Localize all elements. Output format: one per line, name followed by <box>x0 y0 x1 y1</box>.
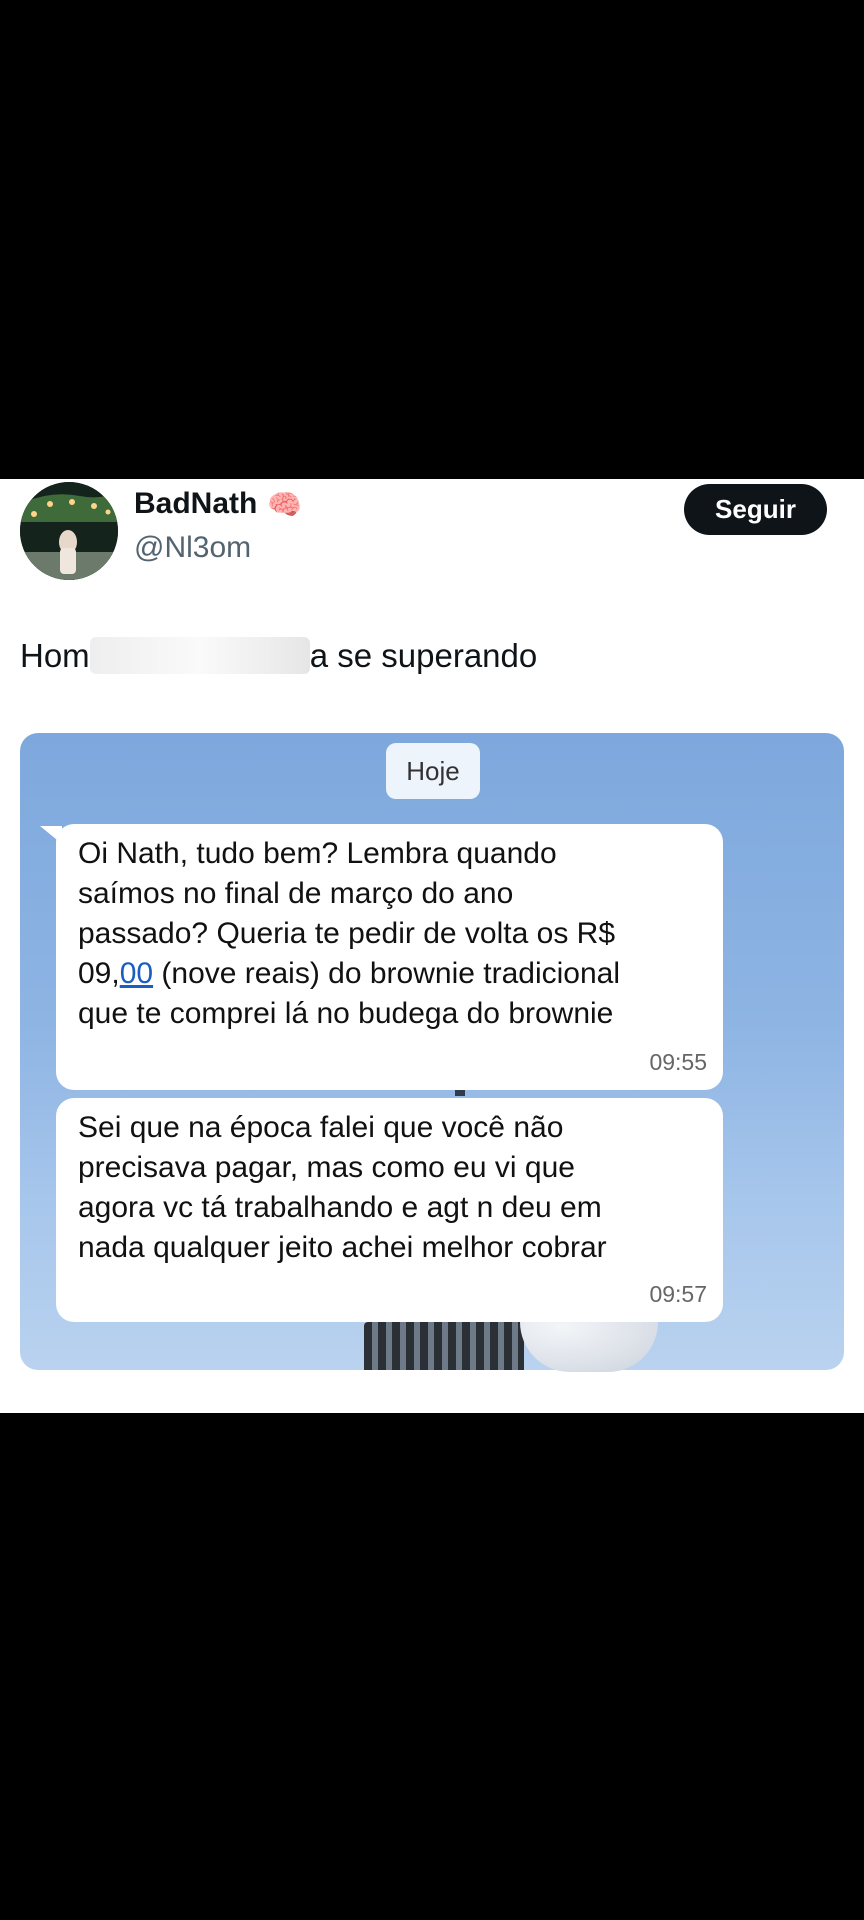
chat-bubble[interactable]: Oi Nath, tudo bem? Lembra quando saímos … <box>56 824 723 1090</box>
message-timestamp: 09:55 <box>649 1049 707 1075</box>
message-line: Oi Nath, tudo bem? Lembra quando <box>78 837 557 870</box>
brain-emoji-badge: 🧠 <box>267 488 303 520</box>
message-line: agora vc tá trabalhando e agt n deu em <box>78 1191 602 1224</box>
tweet-text-start: Hom <box>20 637 90 674</box>
message-line: que te comprei lá no budega do brownie <box>78 997 614 1030</box>
message-line: 09,00 (nove reais) do brownie tradiciona… <box>78 954 705 994</box>
message-line: Sei que na época falei que você não <box>78 1111 564 1144</box>
display-name-text: BadNath <box>134 487 258 520</box>
tweet-text-end: a se superando <box>309 637 538 674</box>
message-line: nada qualquer jeito achei melhor cobrar <box>78 1231 607 1264</box>
message-line-rest: (nove reais) do brownie tradicional <box>153 957 620 990</box>
background-building <box>364 1322 524 1370</box>
avatar[interactable] <box>20 482 118 580</box>
follow-button[interactable]: Seguir <box>684 484 827 535</box>
amount-text: 09, <box>78 957 120 990</box>
display-name[interactable]: BadNath 🧠 <box>134 487 302 521</box>
tweet-text-censored <box>89 637 310 674</box>
tweet-text: Hom a se superando <box>20 637 537 675</box>
chat-bubble[interactable]: Sei que na época falei que você não prec… <box>56 1098 723 1322</box>
message-text: Sei que na época falei que você não prec… <box>78 1108 705 1268</box>
message-text: Oi Nath, tudo bem? Lembra quando saímos … <box>78 834 705 1034</box>
avatar-photo <box>20 482 118 580</box>
amount-link[interactable]: 00 <box>120 957 153 990</box>
message-line: precisava pagar, mas como eu vi que <box>78 1151 575 1184</box>
message-line: passado? Queria te pedir de volta os R$ <box>78 917 615 950</box>
message-timestamp: 09:57 <box>649 1281 707 1307</box>
message-line: saímos no final de março do ano <box>78 877 514 910</box>
date-separator: Hoje <box>386 743 480 799</box>
user-handle[interactable]: @Nl3om <box>134 531 251 565</box>
